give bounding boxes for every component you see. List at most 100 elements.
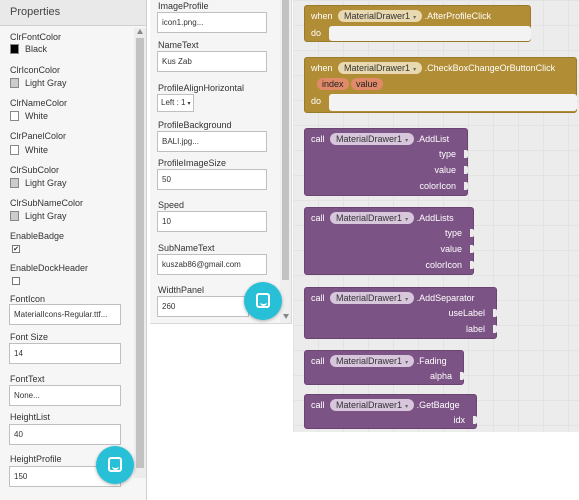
prop-label-clr-name-color: ClrNameColor: [10, 98, 68, 108]
when-keyword: when: [311, 11, 333, 21]
prop-value-clr-panel-color[interactable]: White: [10, 145, 48, 155]
call-keyword: call: [311, 400, 325, 410]
input-socket[interactable]: [493, 325, 497, 333]
method-block-add-lists[interactable]: call MaterialDrawer1 ▾ .AddLists type val…: [304, 207, 474, 275]
component-dropdown[interactable]: MaterialDrawer1 ▾: [338, 10, 423, 22]
font-size-field[interactable]: 14: [9, 343, 121, 364]
method-block-get-badge[interactable]: call MaterialDrawer1 ▾ .GetBadge idx: [304, 394, 477, 429]
component-dropdown[interactable]: MaterialDrawer1 ▾: [330, 133, 415, 145]
dropdown-arrow-icon: ▾: [405, 404, 409, 410]
dropdown-arrow-icon: ▾: [405, 217, 409, 223]
secondary-scrollbar[interactable]: [280, 0, 291, 323]
width-panel-field[interactable]: 260: [157, 296, 249, 317]
prop-label-enable-badge: EnableBadge: [10, 231, 65, 241]
call-keyword: call: [311, 293, 325, 303]
color-swatch-white: [10, 145, 19, 155]
prop-label-profile-align: ProfileAlignHorizontal: [158, 83, 245, 93]
statement-slot[interactable]: [329, 26, 531, 41]
statement-slot[interactable]: [329, 94, 577, 111]
method-block-fading[interactable]: call MaterialDrawer1 ▾ .Fading alpha: [304, 350, 464, 385]
call-keyword: call: [311, 213, 325, 223]
name-text-field[interactable]: Kus Zab: [157, 51, 267, 72]
method-block-add-list[interactable]: call MaterialDrawer1 ▾ .AddList type valu…: [304, 128, 468, 196]
do-keyword: do: [311, 28, 322, 38]
sub-name-text-field[interactable]: kuszab86@gmail.com: [157, 254, 267, 275]
component-dropdown[interactable]: MaterialDrawer1 ▾: [330, 212, 415, 224]
param-index[interactable]: index: [317, 78, 349, 90]
color-swatch-white: [10, 111, 19, 121]
enable-badge-checkbox[interactable]: ✔: [12, 245, 20, 253]
help-chat-button-2[interactable]: [244, 282, 282, 320]
prop-label-clr-sub-name-color: ClrSubNameColor: [10, 198, 84, 208]
arg-type: type: [438, 149, 456, 159]
input-socket[interactable]: [493, 309, 497, 317]
component-dropdown[interactable]: MaterialDrawer1 ▾: [330, 355, 415, 367]
event-name: .CheckBoxChangeOrButtonClick: [424, 63, 556, 73]
scroll-up-arrow-icon[interactable]: [137, 29, 143, 34]
arg-color-icon: colorIcon: [425, 260, 462, 270]
component-dropdown[interactable]: MaterialDrawer1 ▾: [330, 399, 415, 411]
dropdown-arrow-icon: ▾: [413, 67, 417, 73]
prop-value-clr-font-color[interactable]: Black: [10, 44, 47, 54]
do-keyword: do: [311, 96, 322, 106]
prop-value-clr-icon-color[interactable]: Light Gray: [10, 78, 67, 88]
properties-header: Properties: [0, 0, 146, 26]
color-swatch-light-gray: [10, 211, 19, 221]
color-name: Light Gray: [25, 211, 67, 221]
height-list-field[interactable]: 40: [9, 424, 121, 445]
profile-image-size-field[interactable]: 50: [157, 169, 267, 190]
arg-alpha: alpha: [429, 371, 452, 381]
event-block-after-profile-click[interactable]: when MaterialDrawer1 ▾ .AfterProfileClick…: [304, 5, 531, 42]
profile-background-field[interactable]: BALI.jpg...: [157, 131, 267, 152]
scrollbar-thumb[interactable]: [136, 38, 144, 468]
component-name: MaterialDrawer1: [336, 356, 403, 366]
prop-value-clr-sub-color[interactable]: Light Gray: [10, 178, 67, 188]
prop-value-clr-name-color[interactable]: White: [10, 111, 48, 121]
param-value[interactable]: value: [351, 78, 383, 90]
scroll-down-arrow-icon[interactable]: [283, 314, 289, 319]
app-root: Properties ClrFontColor Black ClrIconCol…: [0, 0, 579, 500]
scrollbar-thumb[interactable]: [282, 0, 289, 280]
input-socket[interactable]: [464, 166, 468, 174]
dropdown-arrow-icon: ▾: [405, 297, 409, 303]
component-dropdown[interactable]: MaterialDrawer1 ▾: [338, 62, 423, 74]
help-chat-button[interactable]: [96, 446, 134, 484]
event-block-checkbox-change[interactable]: when MaterialDrawer1 ▾ .CheckBoxChangeOrB…: [304, 57, 577, 113]
input-socket[interactable]: [470, 261, 474, 269]
font-text-field[interactable]: None...: [9, 385, 121, 406]
prop-label-profile-image-size: ProfileImageSize: [158, 158, 227, 168]
component-name: MaterialDrawer1: [344, 63, 411, 73]
font-icon-field[interactable]: MaterialIcons-Regular.ttf...: [9, 304, 121, 325]
input-socket[interactable]: [470, 229, 474, 237]
properties-panel: Properties ClrFontColor Black ClrIconCol…: [0, 0, 147, 500]
enable-dock-header-checkbox[interactable]: [12, 277, 20, 285]
event-name: .AfterProfileClick: [424, 11, 492, 21]
arg-value: value: [434, 165, 456, 175]
input-socket[interactable]: [464, 150, 468, 158]
input-socket[interactable]: [470, 245, 474, 253]
image-profile-field[interactable]: icon1.png...: [157, 12, 267, 33]
arg-color-icon: colorIcon: [419, 181, 456, 191]
call-keyword: call: [311, 356, 325, 366]
color-name: White: [25, 111, 49, 121]
properties-scrollbar[interactable]: [134, 28, 146, 478]
profile-align-select[interactable]: Left : 1 ▾: [157, 94, 194, 112]
prop-value-clr-sub-name-color[interactable]: Light Gray: [10, 211, 67, 221]
method-block-add-separator[interactable]: call MaterialDrawer1 ▾ .AddSeparator useL…: [304, 287, 497, 339]
component-dropdown[interactable]: MaterialDrawer1 ▾: [330, 292, 415, 304]
prop-label-profile-background: ProfileBackground: [158, 120, 232, 130]
input-socket[interactable]: [460, 372, 464, 380]
input-socket[interactable]: [473, 416, 477, 424]
color-name: Light Gray: [25, 178, 67, 188]
method-name: .AddList: [416, 134, 450, 144]
method-name: .AddLists: [416, 213, 454, 223]
blocks-workspace[interactable]: when MaterialDrawer1 ▾ .AfterProfileClick…: [293, 0, 579, 432]
method-name: .GetBadge: [416, 400, 460, 410]
input-socket[interactable]: [464, 182, 468, 190]
speed-field[interactable]: 10: [157, 211, 267, 232]
color-name: Light Gray: [25, 78, 67, 88]
color-swatch-black: [10, 44, 19, 54]
color-swatch-light-gray: [10, 178, 19, 188]
dropdown-arrow-icon: ▾: [187, 101, 191, 107]
color-name: White: [25, 145, 49, 155]
